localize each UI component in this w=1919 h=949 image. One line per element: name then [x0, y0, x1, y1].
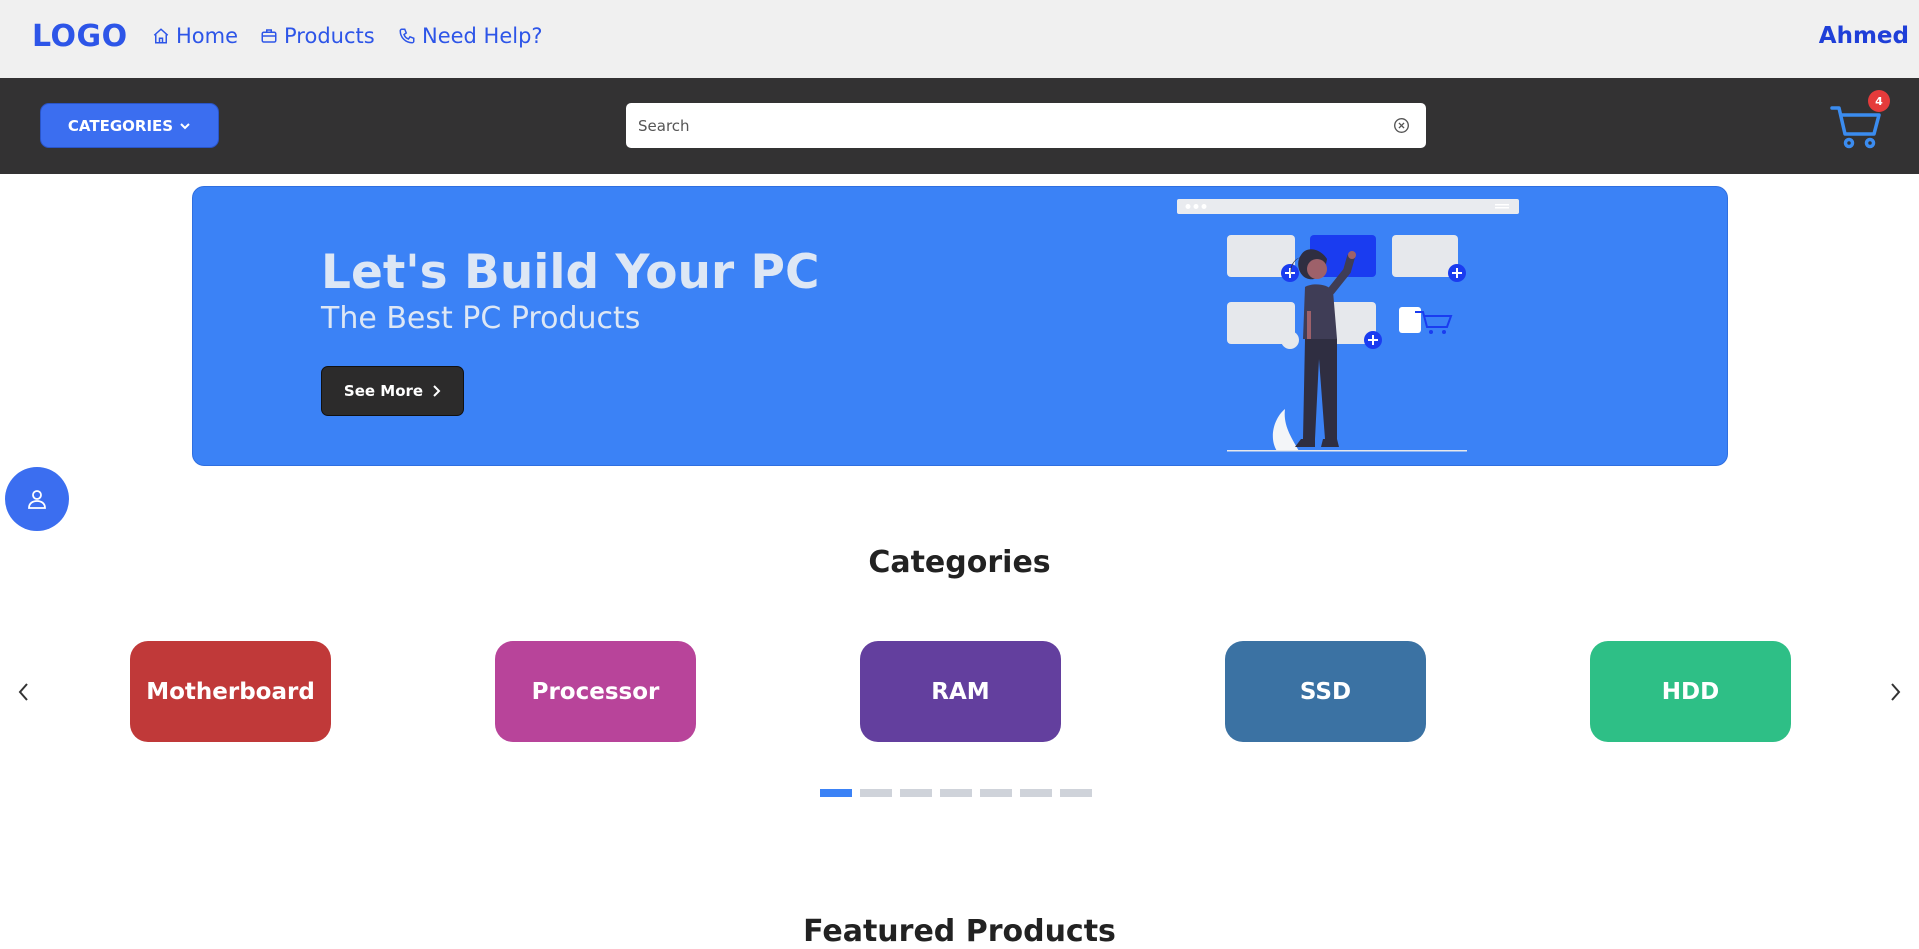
- banner-subtitle: The Best PC Products: [321, 301, 641, 336]
- user-name[interactable]: Ahmed: [1819, 23, 1909, 49]
- home-icon: [153, 28, 169, 44]
- category-card-ram[interactable]: RAM: [860, 641, 1061, 742]
- category-card-ssd[interactable]: SSD: [1225, 641, 1426, 742]
- carousel-prev-button[interactable]: [13, 681, 33, 703]
- nav-home-label: Home: [176, 24, 239, 48]
- chevron-right-icon: [433, 385, 441, 397]
- category-card-label: Processor: [531, 678, 660, 705]
- carousel-next-button[interactable]: [1886, 681, 1906, 703]
- carousel-dot[interactable]: [860, 789, 892, 797]
- search-box: [626, 103, 1426, 148]
- carousel-dot[interactable]: [900, 789, 932, 797]
- chevron-down-icon: [180, 122, 190, 129]
- category-card-motherboard[interactable]: Motherboard: [130, 641, 331, 742]
- user-icon: [28, 490, 46, 509]
- carousel-dot[interactable]: [1060, 789, 1092, 797]
- categories-heading: Categories: [868, 545, 1051, 580]
- banner-illustration: [1177, 199, 1519, 452]
- cart-count-badge: 4: [1868, 90, 1890, 112]
- carousel-dot[interactable]: [1020, 789, 1052, 797]
- category-card-label: HDD: [1661, 678, 1720, 705]
- logo[interactable]: LOGO: [32, 19, 128, 54]
- category-card-label: RAM: [931, 678, 990, 705]
- see-more-label: See More: [343, 382, 424, 400]
- search-input[interactable]: [626, 105, 1366, 146]
- category-card-label: Motherboard: [146, 678, 315, 705]
- chevron-right-icon: [1891, 683, 1901, 701]
- top-navbar: LOGO Home Products Need Help? Ahmed: [0, 0, 1919, 78]
- nav-products[interactable]: Products: [260, 24, 375, 48]
- chevron-left-icon: [18, 683, 28, 701]
- nav-need-help[interactable]: Need Help?: [398, 24, 543, 48]
- category-card-label: SSD: [1299, 678, 1352, 705]
- banner-title: Let's Build Your PC: [321, 245, 820, 300]
- search-bar-row: CATEGORIES 4: [0, 78, 1919, 174]
- hero-banner: Let's Build Your PC The Best PC Products…: [192, 186, 1728, 466]
- category-card-hdd[interactable]: HDD: [1590, 641, 1791, 742]
- categories-dropdown-label: CATEGORIES: [67, 116, 174, 135]
- featured-products-heading: Featured Products: [803, 914, 1116, 949]
- see-more-button[interactable]: See More: [321, 366, 464, 416]
- carousel-pagination: [820, 789, 1092, 797]
- phone-icon: [399, 28, 415, 44]
- clear-search-icon[interactable]: [1393, 117, 1410, 134]
- categories-dropdown-button[interactable]: CATEGORIES: [40, 103, 219, 148]
- carousel-dot[interactable]: [980, 789, 1012, 797]
- category-card-processor[interactable]: Processor: [495, 641, 696, 742]
- nav-products-label: Products: [284, 24, 375, 48]
- carousel-dot[interactable]: [940, 789, 972, 797]
- nav-home[interactable]: Home: [152, 24, 238, 48]
- nav-need-help-label: Need Help?: [422, 24, 543, 48]
- briefcase-icon: [261, 29, 277, 43]
- floating-user-button[interactable]: [5, 467, 69, 531]
- carousel-dot[interactable]: [820, 789, 852, 797]
